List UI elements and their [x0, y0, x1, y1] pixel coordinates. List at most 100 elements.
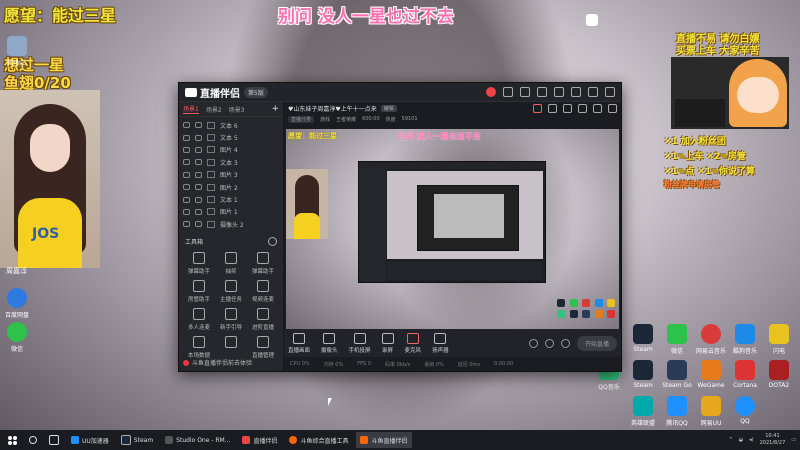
desktop-icon-flash[interactable]: 闪电: [762, 324, 796, 355]
clock[interactable]: 10:41 2021/8/27: [760, 433, 786, 447]
eye-icon[interactable]: [183, 171, 190, 178]
eye-icon[interactable]: [183, 196, 190, 203]
desktop-icon-kugou[interactable]: 酷狗音乐: [728, 324, 762, 355]
lock-icon[interactable]: [195, 208, 202, 215]
tool-admin[interactable]: 房管助手: [183, 279, 215, 303]
desktop-icon-qq[interactable]: 腾讯QQ: [660, 396, 694, 427]
camera-button[interactable]: 摄像头: [321, 332, 338, 354]
tab-scene-2[interactable]: 场景2: [206, 105, 222, 114]
source-item[interactable]: 图片 2: [183, 181, 279, 193]
eye-icon[interactable]: [183, 134, 190, 141]
search-button[interactable]: [25, 432, 41, 448]
window-titlebar[interactable]: 直播伴侣 第5版: [179, 83, 621, 102]
tool-stats[interactable]: 本场数据: [183, 335, 215, 359]
share-icon[interactable]: [608, 103, 617, 113]
tool-manage[interactable]: 直播管理: [247, 335, 279, 359]
source-item[interactable]: 图片 3: [183, 169, 279, 181]
volume-icon[interactable]: ◂): [749, 437, 753, 443]
notify-icon[interactable]: [578, 103, 587, 113]
tool-video-link[interactable]: 视频连麦: [247, 279, 279, 303]
eye-icon[interactable]: [183, 221, 190, 228]
desktop-icon-cat[interactable]: [586, 14, 598, 26]
tool-danmu[interactable]: 弹幕助手: [183, 251, 215, 275]
start-live-button[interactable]: 开始直播: [576, 335, 617, 351]
source-item[interactable]: 图片 1: [183, 206, 279, 218]
game-name[interactable]: 王者荣耀: [336, 116, 356, 123]
taskbar-item-douyu-tool[interactable]: 斗鱼综合直播工具: [285, 432, 352, 448]
lock-icon[interactable]: [195, 146, 202, 153]
version-badge[interactable]: 第5版: [244, 86, 268, 98]
notification-icon[interactable]: ▭: [791, 437, 796, 443]
source-item[interactable]: 文本 5: [183, 131, 279, 143]
eye-icon[interactable]: [183, 146, 190, 153]
gear-icon[interactable]: [268, 236, 277, 246]
taskbar-item-douyu-companion[interactable]: 斗鱼直播伴侣: [356, 432, 412, 448]
taskbar-item-uu[interactable]: UU加速器: [67, 432, 113, 448]
tool-danmu-2[interactable]: 弹幕助手: [247, 251, 279, 275]
gift-icon[interactable]: [533, 103, 542, 113]
lock-icon[interactable]: [195, 221, 202, 228]
edit-room-button[interactable]: 编辑: [380, 104, 397, 112]
taskbar-item-live-companion[interactable]: 直播伴侣: [238, 432, 281, 448]
settings-icon[interactable]: [537, 87, 547, 97]
phone-cast-button[interactable]: 手机投屏: [349, 332, 371, 354]
desktop-icon-netease-music[interactable]: 网易云音乐: [694, 324, 728, 355]
desktop-icon-wegame[interactable]: WeGame: [694, 360, 728, 389]
record-dot-icon[interactable]: [528, 338, 538, 348]
eye-icon[interactable]: [183, 184, 190, 191]
lock-icon[interactable]: [195, 184, 202, 191]
tool-empty[interactable]: [215, 335, 247, 359]
tool-guide[interactable]: 新手引导: [215, 307, 247, 331]
maximize-icon[interactable]: [588, 87, 598, 97]
source-item[interactable]: 文本 6: [183, 119, 279, 131]
add-scene-icon[interactable]: +: [271, 104, 279, 114]
desktop-icon-steam[interactable]: Steam: [626, 324, 660, 353]
record-button[interactable]: 录屏: [381, 332, 394, 354]
lock-icon[interactable]: [195, 159, 202, 166]
desktop-icon-wechat[interactable]: 微信: [0, 322, 34, 353]
lock-room-icon[interactable]: [563, 103, 572, 113]
source-item[interactable]: 摄像头 2: [183, 218, 279, 230]
lock-icon[interactable]: [195, 171, 202, 178]
desktop-icon-baidu[interactable]: 百度网盘: [0, 288, 34, 319]
desktop-icon-recycle[interactable]: 回收站: [0, 36, 34, 67]
tool-lottery[interactable]: 抽奖: [215, 251, 247, 275]
lock-icon[interactable]: [195, 196, 202, 203]
eye-icon[interactable]: [183, 159, 190, 166]
settings-gear-icon[interactable]: [544, 338, 554, 348]
desktop-icon-dota2[interactable]: DOTA2: [762, 360, 796, 389]
network-icon[interactable]: ◒: [739, 437, 743, 443]
tool-tasks[interactable]: 主播任务: [215, 279, 247, 303]
desktop-icon-uu[interactable]: 网易UU: [694, 396, 728, 427]
taskbar-item-steam[interactable]: Steam: [117, 432, 157, 448]
desktop-icon-qq-2[interactable]: QQ: [728, 396, 762, 425]
share-screen-icon[interactable]: [548, 103, 557, 113]
taskbar-item-studio-one[interactable]: Studio One - RM...: [161, 432, 234, 448]
desktop-icon-wechat-right[interactable]: 微信: [660, 324, 694, 355]
tab-scene-1[interactable]: 场景1: [183, 104, 199, 114]
tray-up-icon[interactable]: ^: [729, 437, 733, 443]
source-item[interactable]: 文本 1: [183, 193, 279, 205]
lock-icon[interactable]: [195, 134, 202, 141]
start-button[interactable]: [4, 432, 21, 448]
desktop-icon-lol[interactable]: 英雄联盟: [626, 396, 660, 427]
close-icon[interactable]: [605, 87, 615, 97]
minimize-icon[interactable]: [571, 87, 581, 97]
shirt-icon[interactable]: [520, 87, 530, 97]
desktop-icon-steamgo[interactable]: Steam Go: [660, 360, 694, 389]
source-item[interactable]: 图片 4: [183, 144, 279, 156]
eye-icon[interactable]: [183, 208, 190, 215]
category-value[interactable]: 游戏: [320, 116, 330, 123]
side-status[interactable]: 斗鱼直播伴侣前去体验: [183, 358, 252, 367]
lock-icon[interactable]: [195, 122, 202, 129]
bell-icon[interactable]: [593, 103, 602, 113]
live-scene-button[interactable]: 直播画面: [288, 332, 310, 354]
task-view-button[interactable]: [45, 432, 63, 448]
tab-scene-3[interactable]: 场景3: [229, 105, 245, 114]
more-icon[interactable]: [560, 338, 570, 348]
desktop-icon-cortana[interactable]: Cortana: [728, 360, 762, 389]
stream-preview[interactable]: 愿望：能过三星 别问 没人一星也过不去: [286, 129, 619, 334]
speaker-button[interactable]: 扬声器: [432, 332, 449, 354]
avatar-icon[interactable]: [486, 87, 496, 97]
source-item[interactable]: 文本 3: [183, 156, 279, 168]
